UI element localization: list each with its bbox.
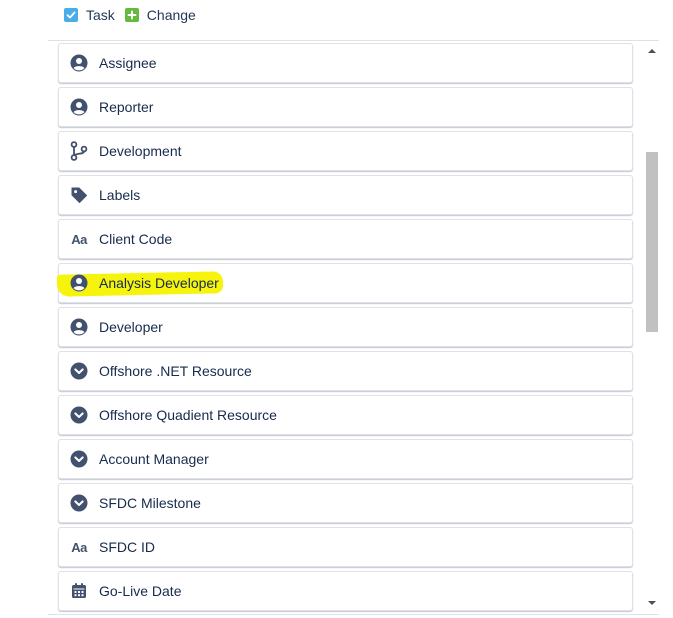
issue-type-legend: Task Change bbox=[64, 6, 206, 24]
field-list: Assignee Reporter Development Labels Aa Clien… bbox=[56, 43, 633, 614]
field-label: SFDC ID bbox=[99, 539, 155, 555]
text-aa-glyph: Aa bbox=[71, 231, 87, 247]
change-plus-icon[interactable] bbox=[124, 8, 139, 22]
user-avatar-icon bbox=[69, 53, 89, 73]
field-label: Go-Live Date bbox=[99, 583, 182, 599]
calendar-icon bbox=[69, 581, 89, 601]
legend-change-label: Change bbox=[146, 7, 196, 23]
field-label: Analysis Developer bbox=[99, 275, 219, 291]
field-row-sfdc-milestone[interactable]: SFDC Milestone bbox=[58, 483, 633, 523]
text-aa-icon: Aa bbox=[69, 537, 89, 557]
vertical-scrollbar[interactable] bbox=[644, 42, 659, 612]
field-label: Developer bbox=[99, 319, 163, 335]
user-avatar-icon bbox=[69, 97, 89, 117]
field-row-analysis-developer[interactable]: Analysis Developer bbox=[56, 263, 633, 303]
field-label: Development bbox=[99, 143, 182, 159]
field-row-account-manager[interactable]: Account Manager bbox=[58, 439, 633, 479]
user-avatar-icon bbox=[69, 317, 89, 337]
scroll-down-arrow-icon[interactable] bbox=[644, 596, 659, 610]
branch-icon bbox=[69, 141, 89, 161]
field-label: Client Code bbox=[99, 231, 173, 247]
field-row-developer[interactable]: Developer bbox=[58, 307, 633, 347]
dropdown-circle-icon bbox=[69, 405, 89, 425]
scroll-up-arrow-icon[interactable] bbox=[644, 44, 659, 58]
field-row-offshore-net-resource[interactable]: Offshore .NET Resource bbox=[58, 351, 633, 391]
text-aa-glyph: Aa bbox=[71, 539, 87, 555]
user-avatar-icon bbox=[69, 273, 89, 293]
field-label: Offshore Quadient Resource bbox=[99, 407, 277, 423]
field-label: Account Manager bbox=[99, 451, 209, 467]
field-row-client-code[interactable]: Aa Client Code bbox=[58, 219, 633, 259]
field-label: SFDC Milestone bbox=[99, 495, 201, 511]
fields-panel: Assignee Reporter Development Labels Aa Clien… bbox=[48, 40, 659, 615]
field-row-offshore-quadient-resource[interactable]: Offshore Quadient Resource bbox=[58, 395, 633, 435]
field-row-development[interactable]: Development bbox=[58, 131, 633, 171]
task-checkbox-icon[interactable] bbox=[64, 8, 78, 22]
tag-icon bbox=[69, 185, 89, 205]
dropdown-circle-icon bbox=[69, 449, 89, 469]
text-aa-icon: Aa bbox=[69, 229, 89, 249]
legend-task-label: Task bbox=[86, 7, 115, 23]
field-row-assignee[interactable]: Assignee bbox=[58, 43, 633, 83]
field-label: Labels bbox=[99, 187, 141, 203]
legend-change[interactable]: Change bbox=[124, 7, 196, 23]
legend-task[interactable]: Task bbox=[64, 7, 115, 23]
field-row-sfdc-id[interactable]: Aa SFDC ID bbox=[58, 527, 633, 567]
field-label: Assignee bbox=[99, 55, 157, 71]
field-label: Reporter bbox=[99, 99, 154, 115]
field-label: Offshore .NET Resource bbox=[99, 363, 252, 379]
field-row-reporter[interactable]: Reporter bbox=[58, 87, 633, 127]
field-row-labels[interactable]: Labels bbox=[58, 175, 633, 215]
field-row-go-live-date[interactable]: Go-Live Date bbox=[58, 571, 633, 611]
dropdown-circle-icon bbox=[69, 493, 89, 513]
dropdown-circle-icon bbox=[69, 361, 89, 381]
scrollbar-thumb[interactable] bbox=[646, 152, 658, 332]
